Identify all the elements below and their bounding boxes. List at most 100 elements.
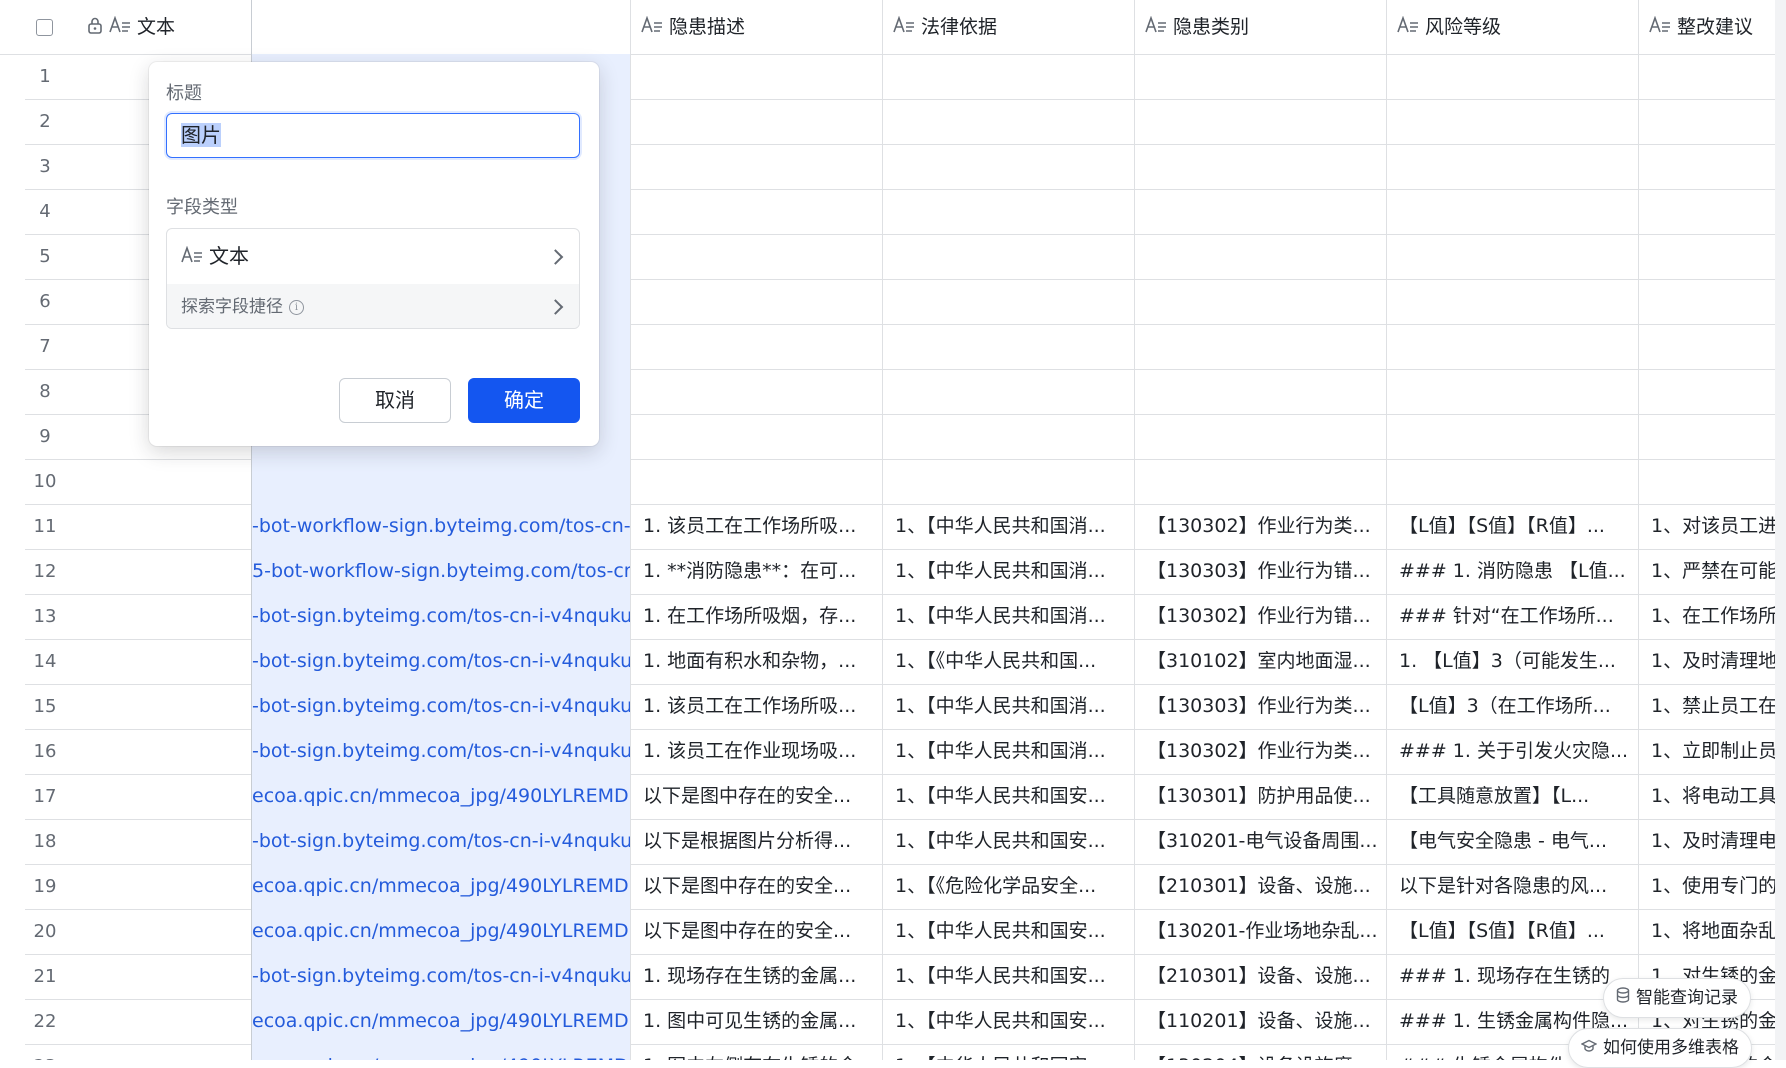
cancel-button[interactable]: 取消 [339,378,451,423]
how-to-use-button[interactable]: 如何使用多维表格 [1568,1028,1752,1068]
data-cell[interactable] [1387,189,1639,234]
data-cell[interactable] [1135,459,1387,504]
data-cell[interactable] [1135,279,1387,324]
image-url-cell[interactable]: -bot-workflow-sign.byteimg.com/tos-cn-i.… [252,504,631,549]
table-row[interactable]: 16 -bot-sign.byteimg.com/tos-cn-i-v4nquku… [25,729,1786,775]
vertical-scrollbar[interactable] [1775,0,1786,1060]
data-cell[interactable]: 1、【中华人民共和国安... [883,909,1135,954]
table-row[interactable]: 21 -bot-sign.byteimg.com/tos-cn-i-v4nquku… [25,954,1786,1000]
data-cell[interactable]: 【130302】作业行为类... [1135,504,1387,549]
text-cell[interactable] [77,459,252,504]
data-cell[interactable]: 1. 图中可见生锈的金属... [631,999,883,1044]
data-cell[interactable] [1387,369,1639,414]
data-cell[interactable] [1639,369,1786,414]
data-cell[interactable] [1135,369,1387,414]
text-cell[interactable] [77,999,252,1044]
column-header-4[interactable]: 风险等级 [1387,0,1639,54]
table-row[interactable]: 18 -bot-sign.byteimg.com/tos-cn-i-v4nquku… [25,819,1786,865]
text-cell[interactable] [77,864,252,909]
data-cell[interactable] [883,369,1135,414]
column-header-1[interactable]: 隐患描述 [631,0,883,54]
table-row[interactable]: 11 -bot-workflow-sign.byteimg.com/tos-cn-… [25,504,1786,550]
data-cell[interactable]: 【130303】作业行为错... [1135,549,1387,594]
select-all-checkbox[interactable] [36,19,53,36]
data-cell[interactable]: 以下是图中存在的安全... [631,909,883,954]
data-cell[interactable]: 【130302】作业行为错... [1135,594,1387,639]
text-cell[interactable] [77,684,252,729]
data-cell[interactable]: 【210301】设备、设施... [1135,954,1387,999]
data-cell[interactable]: ### 1. 现场存在生锈的 [1387,954,1639,999]
data-cell[interactable] [631,369,883,414]
data-cell[interactable] [883,54,1135,99]
data-cell[interactable] [1639,414,1786,459]
image-url-cell[interactable]: 5-bot-workflow-sign.byteimg.com/tos-cn..… [252,549,631,594]
data-cell[interactable]: 1、【《危险化学品安全... [883,864,1135,909]
image-url-cell[interactable]: -bot-sign.byteimg.com/tos-cn-i-v4nquku..… [252,819,631,864]
data-cell[interactable] [631,324,883,369]
data-cell[interactable]: 1、【中华人民共和国消... [883,549,1135,594]
data-cell[interactable]: 1. 图中左侧存在生锈的金... [631,1044,883,1060]
data-cell[interactable]: 1、【中华人民共和国消... [883,684,1135,729]
data-cell[interactable] [1639,324,1786,369]
data-cell[interactable]: 1. 现场存在生锈的金属... [631,954,883,999]
text-cell[interactable] [77,819,252,864]
data-cell[interactable] [631,279,883,324]
data-cell[interactable]: 1. 该员工在工作场所吸... [631,504,883,549]
confirm-button[interactable]: 确定 [468,378,580,423]
data-cell[interactable]: ### 1. 关于引发火灾隐... [1387,729,1639,774]
data-cell[interactable] [1639,234,1786,279]
data-cell[interactable] [1135,189,1387,234]
data-cell[interactable] [1387,459,1639,504]
table-row[interactable]: 15 -bot-sign.byteimg.com/tos-cn-i-v4nquku… [25,684,1786,730]
table-row[interactable]: 19 ecoa.qpic.cn/mmecoa_jpg/490LYLREMD... 以… [25,864,1786,910]
data-cell[interactable]: 以下是根据图片分析得... [631,819,883,864]
data-cell[interactable] [631,144,883,189]
text-cell[interactable] [77,774,252,819]
data-cell[interactable] [883,324,1135,369]
data-cell[interactable]: 1、【中华人民共和国安... [883,819,1135,864]
data-cell[interactable]: 1. 地面有积水和杂物，... [631,639,883,684]
text-cell[interactable] [77,639,252,684]
data-cell[interactable] [1387,99,1639,144]
data-cell[interactable]: 1、【中华人民共和国消... [883,504,1135,549]
data-cell[interactable]: 1、严禁在可能 [1639,549,1786,594]
data-cell[interactable] [1387,144,1639,189]
text-cell[interactable] [77,954,252,999]
table-row[interactable]: 17 ecoa.qpic.cn/mmecoa_jpg/490LYLREMD... 以… [25,774,1786,820]
column-header-text[interactable]: 文本 [77,0,252,54]
data-cell[interactable] [1135,99,1387,144]
table-row[interactable]: 12 5-bot-workflow-sign.byteimg.com/tos-cn… [25,549,1786,595]
data-cell[interactable] [883,189,1135,234]
data-cell[interactable] [631,459,883,504]
data-cell[interactable] [1639,189,1786,234]
text-cell[interactable] [77,594,252,639]
data-cell[interactable]: 【L值】【S值】【R值】... [1387,909,1639,954]
column-header-3[interactable]: 隐患类别 [1135,0,1387,54]
data-cell[interactable]: 【130201-作业场地杂乱... [1135,909,1387,954]
data-cell[interactable] [883,99,1135,144]
image-url-cell[interactable]: ecoa.qpic.cn/mmecoa_jpg/490LYLREMD... [252,909,631,954]
data-cell[interactable]: 【130303】作业行为类... [1135,684,1387,729]
data-cell[interactable]: 1、对该员工进 [1639,504,1786,549]
image-url-cell[interactable]: -bot-sign.byteimg.com/tos-cn-i-v4nquku..… [252,954,631,999]
data-cell[interactable] [1135,54,1387,99]
data-cell[interactable]: 1、禁止员工在 [1639,684,1786,729]
field-type-select[interactable]: 文本 [167,229,579,284]
data-cell[interactable]: 【工具随意放置】【L... [1387,774,1639,819]
data-cell[interactable] [883,459,1135,504]
data-cell[interactable]: 1. 该员工在工作场所吸... [631,684,883,729]
data-cell[interactable] [631,99,883,144]
data-cell[interactable] [883,144,1135,189]
data-cell[interactable]: 【310102】室内地面湿... [1135,639,1387,684]
data-cell[interactable] [1387,54,1639,99]
data-cell[interactable]: 【130204】设备设施腐... [1135,1044,1387,1060]
query-history-button[interactable]: 智能查询记录 [1603,978,1751,1018]
image-url-cell[interactable]: -bot-sign.byteimg.com/tos-cn-i-v4nquku..… [252,684,631,729]
image-url-cell[interactable]: -bot-sign.byteimg.com/tos-cn-i-v4nquku..… [252,729,631,774]
data-cell[interactable]: 1、【中华人民共和国安... [883,999,1135,1044]
data-cell[interactable]: 1、立即制止员 [1639,729,1786,774]
data-cell[interactable]: 1、【中华人民共和国消... [883,729,1135,774]
column-header-5[interactable]: 整改建议 [1639,0,1786,54]
data-cell[interactable]: 1、【中华人民共和国安... [883,954,1135,999]
data-cell[interactable] [1135,324,1387,369]
